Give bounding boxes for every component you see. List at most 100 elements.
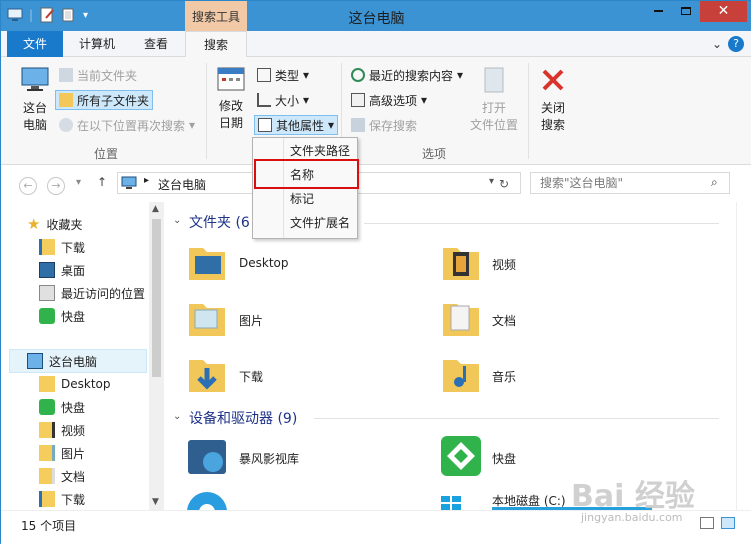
minimize-button[interactable]	[644, 1, 672, 22]
sidebar-item-pc-kuaipan[interactable]: 快盘	[39, 397, 85, 417]
title-bar: | ▾ 搜索工具 这台电脑 ✕	[1, 1, 751, 31]
section-divider	[364, 223, 719, 224]
all-subfolders-label: 所有子文件夹	[77, 93, 150, 108]
window-title: 这台电脑	[348, 11, 405, 27]
devices-section-header[interactable]: 设备和驱动器 (9)	[189, 408, 297, 428]
search-again-button[interactable]: 在以下位置再次搜索 ▾	[59, 115, 195, 135]
tab-file[interactable]: 文件	[7, 31, 63, 57]
downloads-label: 下载	[239, 370, 264, 384]
menu-item-tags[interactable]: 标记	[253, 187, 357, 211]
save-search-button[interactable]: 保存搜索	[351, 115, 417, 135]
document-icon	[258, 118, 272, 132]
large-icons-view-icon[interactable]	[721, 517, 735, 529]
sidebar-item-recent[interactable]: 最近访问的位置	[39, 283, 145, 303]
kuaipan-icon	[39, 308, 55, 324]
recent-searches-label: 最近的搜索内容	[369, 68, 454, 83]
folder-icon	[39, 376, 55, 392]
close-button[interactable]: ✕	[700, 1, 747, 22]
recent-places-icon	[39, 285, 55, 301]
downloads-folder-icon	[189, 360, 225, 392]
sidebar-item-pc-desktop[interactable]: Desktop	[39, 374, 111, 394]
calendar-icon	[217, 67, 245, 91]
recent-label: 最近访问的位置	[61, 286, 146, 301]
sidebar-item-pictures[interactable]: 图片	[39, 443, 85, 463]
scroll-down-icon[interactable]: ▼	[152, 497, 159, 507]
sidebar-item-documents[interactable]: 文档	[39, 466, 85, 486]
kind-icon	[257, 68, 271, 82]
address-bar-row: ← → ▾ ↑ ▸ 这台电脑 ▾ ↻ 搜索"这台电脑" ⌕	[1, 165, 751, 202]
tab-computer[interactable]: 计算机	[67, 31, 127, 57]
ribbon-separator	[206, 63, 207, 159]
documents-label: 文档	[492, 314, 517, 328]
kind-label: 类型	[275, 68, 300, 83]
videos-label: 视频	[492, 258, 517, 272]
size-button[interactable]: 大小 ▾	[257, 90, 309, 110]
forward-button[interactable]: →	[47, 177, 65, 195]
explorer-window: | ▾ 搜索工具 这台电脑 ✕ 文件 计算机 查看 搜索 ⌄ ? 这台 电脑 当…	[0, 0, 751, 544]
breadcrumb-this-pc[interactable]: 这台电脑	[158, 176, 206, 193]
sidebar-item-kuaipan[interactable]: 快盘	[39, 306, 85, 326]
address-dropdown-icon[interactable]: ▾	[489, 176, 494, 187]
windows-drive-icon	[441, 496, 461, 510]
search-input[interactable]: 搜索"这台电脑"	[530, 172, 730, 194]
other-properties-label: 其他属性	[276, 118, 325, 133]
tab-view[interactable]: 查看	[129, 31, 183, 57]
collapse-folders-icon[interactable]: ⌄	[173, 215, 181, 226]
content-pane: ⌄ 文件夹 (6 Desktop 视频 图片 文档 下载 音乐 ⌄ 设备和驱动器…	[164, 202, 737, 510]
back-button[interactable]: ←	[19, 177, 37, 195]
advanced-options-button[interactable]: 高级选项 ▾	[351, 90, 427, 110]
baofeng-library-icon	[188, 440, 226, 474]
recent-searches-icon	[351, 68, 365, 82]
sidebar-scroll-thumb[interactable]	[152, 219, 161, 377]
details-view-icon[interactable]	[700, 517, 714, 529]
kuaipan-icon	[39, 399, 55, 415]
this-pc-button[interactable]: 这台 电脑	[15, 65, 55, 134]
pc-desktop-label: Desktop	[61, 377, 111, 391]
sidebar-item-favorites[interactable]: ★ 收藏夹	[27, 214, 82, 234]
navigation-pane: ★ 收藏夹 下载 桌面 最近访问的位置 快盘 这台电脑 Desktop 快盘 视频…	[1, 202, 164, 510]
kuaipan-label: 快盘	[61, 309, 86, 324]
downloads-label: 下载	[61, 240, 86, 255]
collapse-ribbon-icon[interactable]: ⌄	[712, 37, 722, 51]
subfolders-icon	[59, 93, 73, 107]
videos-folder-icon	[443, 248, 479, 280]
tab-search[interactable]: 搜索	[185, 31, 247, 58]
refresh-icon[interactable]: ↻	[499, 177, 509, 191]
baofeng-label: 暴风影视库	[239, 452, 300, 466]
ribbon: 这台 电脑 当前文件夹 所有子文件夹 在以下位置再次搜索 ▾ 位置 修改 日期 类…	[1, 57, 751, 165]
recent-locations-icon[interactable]: ▾	[76, 177, 81, 188]
open-file-location-button[interactable]: 打开 文件位置	[467, 65, 521, 134]
current-folder-button[interactable]: 当前文件夹	[59, 65, 137, 85]
sidebar-item-pc-downloads[interactable]: 下载	[39, 489, 85, 509]
maximize-button[interactable]	[672, 1, 700, 22]
modified-date-button[interactable]: 修改 日期	[213, 65, 249, 132]
favorites-label: 收藏夹	[46, 217, 83, 232]
download-folder-icon	[39, 239, 55, 255]
save-icon	[351, 118, 365, 132]
documents-folder-icon	[443, 304, 479, 336]
help-icon[interactable]: ?	[728, 36, 744, 52]
sidebar-item-videos[interactable]: 视频	[39, 420, 85, 440]
breadcrumb-arrow-icon[interactable]: ▸	[144, 175, 149, 186]
up-arrow-icon[interactable]: ↑	[97, 175, 107, 189]
sidebar-item-desktop[interactable]: 桌面	[39, 260, 85, 280]
chevron-down-icon: ▾	[189, 118, 196, 132]
all-subfolders-button[interactable]: 所有子文件夹	[55, 90, 154, 110]
content-scrollbar[interactable]	[736, 202, 751, 510]
close-search-button[interactable]: 关闭 搜索	[534, 65, 572, 134]
recent-searches-button[interactable]: 最近的搜索内容 ▾	[351, 65, 463, 85]
watermark-url: jingyan.baidu.com	[581, 511, 683, 524]
desktop-label: Desktop	[239, 256, 289, 270]
menu-item-file-extension[interactable]: 文件扩展名	[253, 211, 357, 235]
search-again-icon	[59, 118, 73, 132]
sidebar-item-downloads[interactable]: 下载	[39, 237, 85, 257]
folders-section-header[interactable]: 文件夹 (6	[189, 212, 250, 232]
sidebar-item-this-pc[interactable]: 这台电脑	[27, 351, 97, 371]
folder-icon	[59, 68, 73, 82]
scroll-up-icon[interactable]: ▲	[152, 204, 159, 214]
kind-button[interactable]: 类型 ▾	[257, 65, 309, 85]
other-properties-button[interactable]: 其他属性 ▾	[254, 115, 339, 135]
minimize-icon	[653, 10, 663, 12]
search-icon[interactable]: ⌕	[711, 175, 718, 190]
collapse-devices-icon[interactable]: ⌄	[173, 411, 181, 422]
